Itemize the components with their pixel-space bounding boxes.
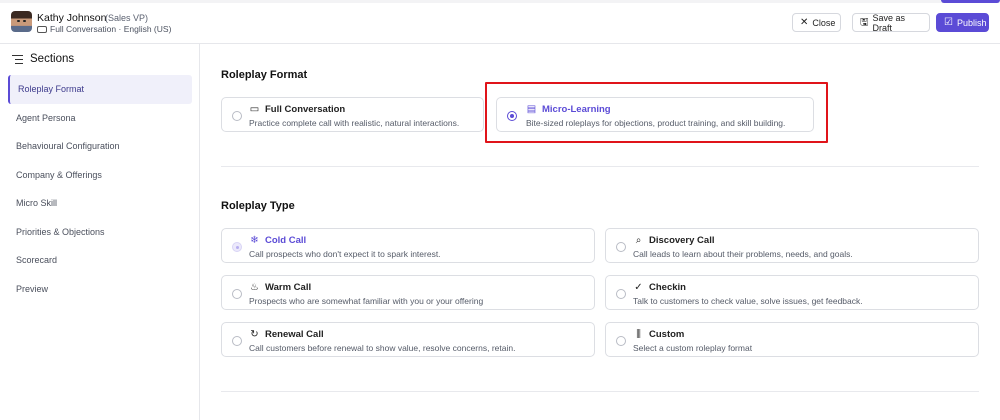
type-option-checkin[interactable]: ✓ Checkin Talk to customers to check val… bbox=[605, 275, 979, 310]
top-edge bbox=[0, 0, 1000, 3]
format-option-micro-learning[interactable]: ▤ Micro-Learning Bite-sized roleplays fo… bbox=[496, 97, 814, 132]
avatar-eye bbox=[23, 20, 26, 22]
type-option-warm-call[interactable]: ♨ Warm Call Prospects who are somewhat f… bbox=[221, 275, 595, 310]
chat-icon bbox=[37, 25, 47, 33]
option-description: Prospects who are somewhat familiar with… bbox=[249, 296, 484, 306]
book-icon: ▤ bbox=[526, 104, 537, 115]
refresh-icon: ↻ bbox=[250, 329, 259, 340]
option-description: Practice complete call with realistic, n… bbox=[249, 118, 460, 128]
option-description: Call customers before renewal to show va… bbox=[249, 343, 516, 353]
flame-icon: ♨ bbox=[250, 282, 259, 293]
radio-button[interactable] bbox=[616, 289, 626, 299]
option-title: ⌕ Discovery Call bbox=[633, 235, 715, 246]
option-description: Call prospects who don't expect it to sp… bbox=[249, 249, 441, 259]
option-title: ▭ Full Conversation bbox=[249, 104, 345, 115]
save-draft-button[interactable]: 🖫 Save as Draft bbox=[852, 12, 930, 33]
type-option-cold-call[interactable]: ❄ Cold Call Call prospects who don't exp… bbox=[221, 228, 595, 263]
option-description: Bite-sized roleplays for objections, pro… bbox=[526, 118, 786, 128]
radio-button-selected[interactable] bbox=[507, 111, 517, 121]
snowflake-icon: ❄ bbox=[250, 235, 259, 246]
radio-button[interactable] bbox=[616, 242, 626, 252]
publish-button[interactable]: ☑ Publish bbox=[936, 13, 989, 32]
sidebar-item-micro-skill[interactable]: Micro Skill bbox=[8, 189, 192, 218]
avatar-eye bbox=[17, 20, 20, 22]
format-option-full-conversation[interactable]: ▭ Full Conversation Practice complete ca… bbox=[221, 97, 484, 132]
option-title-text: Full Conversation bbox=[265, 104, 346, 115]
sidebar-item-roleplay-format[interactable]: Roleplay Format bbox=[8, 75, 192, 104]
option-title-text: Custom bbox=[649, 329, 685, 340]
sidebar-title-text: Sections bbox=[30, 53, 75, 65]
conversation-meta: Full Conversation · English (US) bbox=[37, 24, 171, 34]
type-option-custom[interactable]: ⫼ Custom Select a custom roleplay format bbox=[605, 322, 979, 357]
sidebar-item-agent-persona[interactable]: Agent Persona bbox=[8, 104, 192, 133]
top-header: Kathy Johnson (Sales VP) Full Conversati… bbox=[0, 0, 1000, 44]
sidebar-item-priorities-objections[interactable]: Priorities & Objections bbox=[8, 218, 192, 247]
option-title: ↻ Renewal Call bbox=[249, 329, 324, 340]
sidebar-item-behavioural-configuration[interactable]: Behavioural Configuration bbox=[8, 132, 192, 161]
option-title: ♨ Warm Call bbox=[249, 282, 311, 293]
chat-icon: ▭ bbox=[249, 104, 260, 115]
roleplay-type-title: Roleplay Type bbox=[221, 200, 295, 212]
option-title: ✓ Checkin bbox=[633, 282, 686, 293]
publish-label: Publish bbox=[956, 17, 987, 28]
option-title: ❄ Cold Call bbox=[249, 235, 306, 246]
close-button-label: Close bbox=[812, 17, 836, 28]
conversation-meta-text: Full Conversation · English (US) bbox=[50, 24, 172, 34]
roleplay-format-title: Roleplay Format bbox=[221, 69, 308, 81]
save-draft-label: Save as Draft bbox=[872, 12, 906, 33]
sidebar-item-company-offerings[interactable]: Company & Offerings bbox=[8, 161, 192, 190]
sidebar-title: Sections bbox=[12, 53, 74, 65]
option-title-text: Discovery Call bbox=[649, 235, 715, 246]
radio-button[interactable] bbox=[232, 336, 242, 346]
main-content: Roleplay Format ▭ Full Conversation Prac… bbox=[200, 44, 1000, 420]
avatar bbox=[11, 11, 32, 32]
option-title: ⫼ Custom bbox=[633, 329, 684, 340]
persona-name: Kathy Johnson bbox=[37, 12, 107, 24]
check-square-icon: ☑ bbox=[944, 16, 953, 28]
section-divider bbox=[221, 166, 979, 167]
sliders-icon: ⫼ bbox=[636, 329, 641, 340]
option-description: Talk to customers to check value, solve … bbox=[633, 296, 863, 306]
close-icon: ✕ bbox=[800, 16, 809, 28]
option-title-text: Micro-Learning bbox=[542, 104, 611, 115]
type-option-renewal-call[interactable]: ↻ Renewal Call Call customers before ren… bbox=[221, 322, 595, 357]
option-title: ▤ Micro-Learning bbox=[526, 104, 611, 115]
option-title-text: Cold Call bbox=[265, 235, 307, 246]
option-title-text: Checkin bbox=[649, 282, 686, 293]
radio-button[interactable] bbox=[232, 111, 242, 121]
option-title-text: Renewal Call bbox=[265, 329, 324, 340]
option-description: Call leads to learn about their problems… bbox=[633, 249, 853, 259]
radio-button[interactable] bbox=[616, 336, 626, 346]
save-icon: 🖫 bbox=[860, 16, 869, 28]
radio-button[interactable] bbox=[232, 289, 242, 299]
list-icon bbox=[12, 54, 23, 64]
sections-sidebar: Sections Roleplay Format Agent Persona B… bbox=[0, 44, 200, 420]
persona-role: (Sales VP) bbox=[105, 13, 149, 23]
option-description: Select a custom roleplay format bbox=[633, 343, 753, 353]
top-accent-strip bbox=[941, 0, 1000, 3]
search-icon: ⌕ bbox=[635, 235, 642, 246]
type-option-discovery-call[interactable]: ⌕ Discovery Call Call leads to learn abo… bbox=[605, 228, 979, 263]
sidebar-nav: Roleplay Format Agent Persona Behavioura… bbox=[8, 75, 192, 303]
close-button[interactable]: ✕ Close bbox=[792, 13, 841, 32]
section-divider bbox=[221, 391, 979, 392]
check-circle-icon: ✓ bbox=[634, 282, 643, 293]
option-title-text: Warm Call bbox=[265, 282, 312, 293]
radio-button-selected[interactable] bbox=[232, 242, 242, 252]
sidebar-item-preview[interactable]: Preview bbox=[8, 275, 192, 304]
sidebar-item-scorecard[interactable]: Scorecard bbox=[8, 246, 192, 275]
